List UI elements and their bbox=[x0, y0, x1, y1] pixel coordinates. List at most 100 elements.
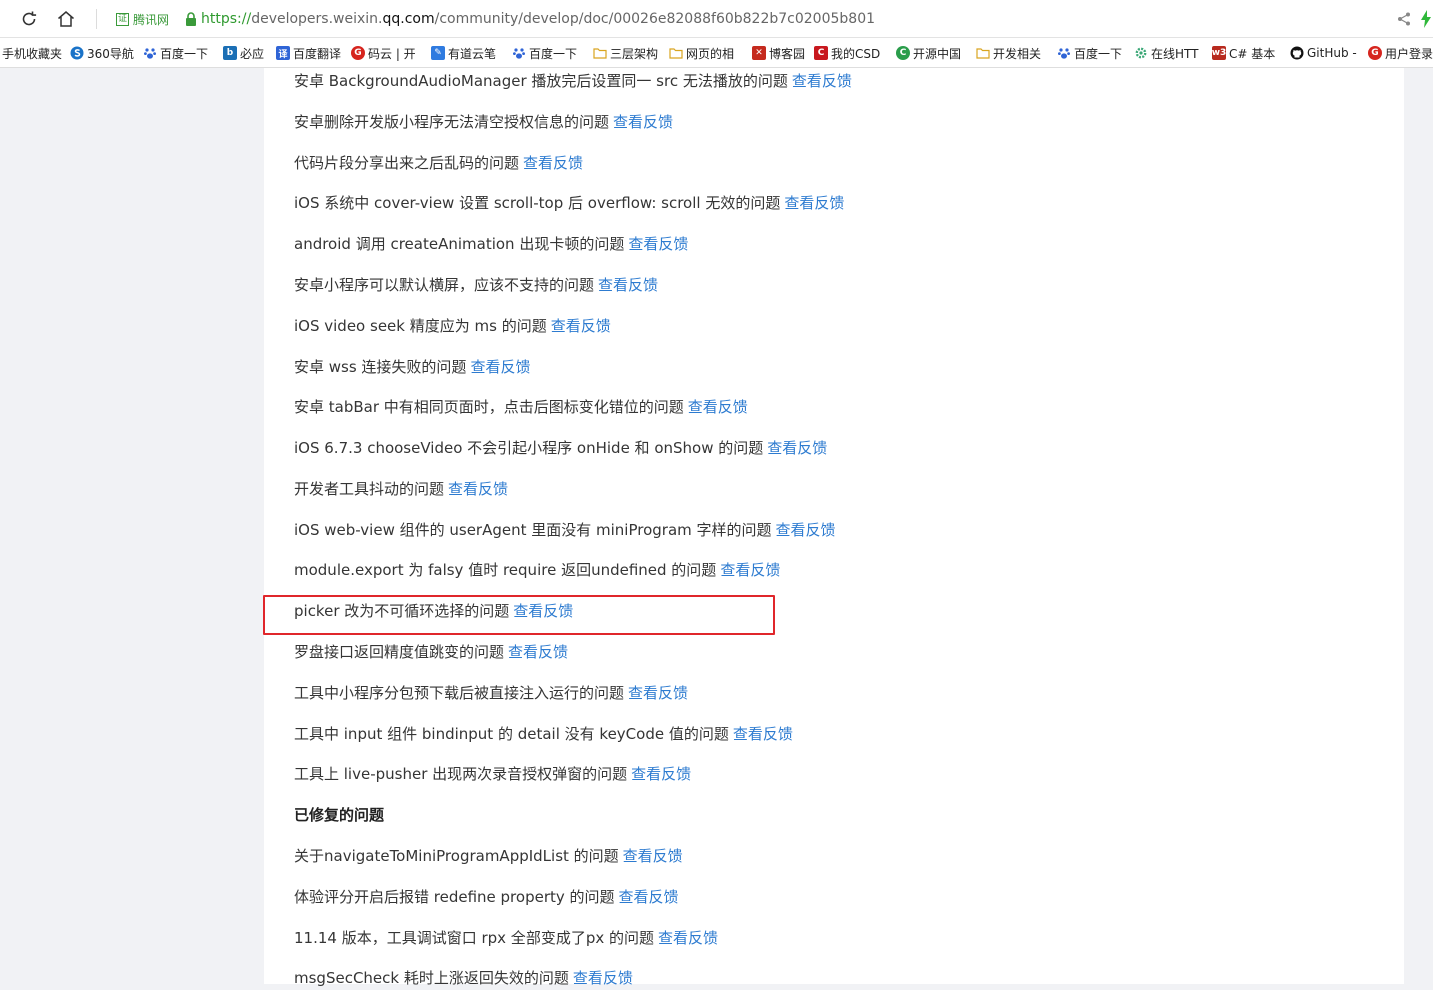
issue-text: 工具上 live-pusher 出现两次录音授权弹窗的问题 bbox=[294, 765, 628, 783]
bookmark-item[interactable]: ✎ 有道云笔 bbox=[431, 45, 496, 61]
issue-text: module.export 为 falsy 值时 require 返回undef… bbox=[294, 561, 717, 579]
issue-text: 体验评分开启后报错 redefine property 的问题 bbox=[294, 888, 615, 906]
view-feedback-link[interactable]: 查看反馈 bbox=[631, 765, 691, 783]
bookmark-label: 网页的相 bbox=[686, 46, 735, 61]
view-feedback-link[interactable]: 查看反馈 bbox=[628, 235, 688, 253]
bookmarks-bar: 手机收藏夹 360导航 百度一下 b 必应译百度翻译 G 码云 | 开 ✎ 有道云笔 百度一下 三层… bbox=[0, 38, 1433, 68]
issue-text: 安卓小程序可以默认横屏，应该不支持的问题 bbox=[294, 276, 595, 294]
issue-item: 关于navigateToMiniProgramAppIdList 的问题 查看反馈 bbox=[294, 844, 683, 868]
issue-item: 罗盘接口返回精度值跳变的问题 查看反馈 bbox=[294, 640, 568, 664]
reload-button[interactable] bbox=[17, 7, 41, 31]
bookmark-label: 用户登录 bbox=[1385, 46, 1433, 61]
bookmark-item[interactable]: 网页的相 bbox=[669, 45, 734, 61]
issue-text: iOS 系统中 cover-view 设置 scroll-top 后 overf… bbox=[294, 194, 781, 212]
bookmark-item[interactable]: 360导航 bbox=[70, 45, 134, 61]
folder-icon bbox=[593, 46, 607, 60]
certificate-name: 腾讯网 bbox=[133, 12, 170, 27]
issue-item: iOS 6.7.3 chooseVideo 不会引起小程序 onHide 和 o… bbox=[294, 436, 827, 460]
issue-text: 11.14 版本，工具调试窗口 rpx 全部变成了px 的问题 bbox=[294, 929, 654, 947]
issue-text: 关于navigateToMiniProgramAppIdList 的问题 bbox=[294, 847, 619, 865]
bookmark-label: 百度翻译 bbox=[293, 46, 342, 61]
bookmark-item[interactable]: 在线HTT bbox=[1134, 45, 1198, 61]
view-feedback-link[interactable]: 查看反馈 bbox=[767, 439, 827, 457]
url-host-prefix: developers.weixin. bbox=[251, 11, 383, 27]
bookmark-item[interactable]: G 码云 | 开 bbox=[351, 45, 416, 61]
issue-item: 安卓小程序可以默认横屏，应该不支持的问题 查看反馈 bbox=[294, 273, 658, 297]
view-feedback-link[interactable]: 查看反馈 bbox=[448, 480, 508, 498]
bookmark-item[interactable]: C 开源中国 bbox=[896, 45, 961, 61]
issue-item: iOS 系统中 cover-view 设置 scroll-top 后 overf… bbox=[294, 191, 844, 215]
view-feedback-link[interactable]: 查看反馈 bbox=[628, 684, 688, 702]
view-feedback-link[interactable]: 查看反馈 bbox=[508, 643, 568, 661]
section-heading: 已修复的问题 bbox=[294, 803, 384, 827]
G-icon: G bbox=[1368, 46, 1382, 60]
bookmark-item[interactable]: b 必应 bbox=[223, 45, 264, 61]
view-feedback-link[interactable]: 查看反馈 bbox=[573, 969, 633, 987]
bookmark-item[interactable]: C 我的CSD bbox=[814, 45, 880, 61]
issue-text: 开发者工具抖动的问题 bbox=[294, 480, 445, 498]
bookmark-label: 手机收藏夹 bbox=[2, 46, 63, 61]
folder-icon bbox=[976, 46, 990, 60]
bookmark-item[interactable]: 开发相关 bbox=[976, 45, 1041, 61]
folder-icon bbox=[669, 46, 683, 60]
view-feedback-link[interactable]: 查看反馈 bbox=[658, 929, 718, 947]
issue-item: module.export 为 falsy 值时 require 返回undef… bbox=[294, 558, 780, 582]
issue-text: msgSecCheck 耗时上涨返回失效的问题 bbox=[294, 969, 569, 987]
bookmark-label: 百度一下 bbox=[160, 46, 209, 61]
view-feedback-link[interactable]: 查看反馈 bbox=[776, 521, 836, 539]
s-icon bbox=[70, 46, 84, 60]
bookmark-item[interactable]: G 用户登录 bbox=[1368, 45, 1433, 61]
view-feedback-link[interactable]: 查看反馈 bbox=[619, 888, 679, 906]
bookmark-item[interactable]: 百度一下 bbox=[1057, 45, 1122, 61]
bookmark-item[interactable]: 译百度翻译 bbox=[276, 45, 341, 61]
view-feedback-link[interactable]: 查看反馈 bbox=[688, 398, 748, 416]
certificate-icon: 证 bbox=[116, 12, 129, 26]
bookmark-label: 360导航 bbox=[87, 46, 134, 61]
bookmark-item[interactable]: ✕ 博客园 bbox=[752, 45, 805, 61]
issue-text: 安卓 wss 连接失败的问题 bbox=[294, 358, 467, 376]
view-feedback-link[interactable]: 查看反馈 bbox=[598, 276, 658, 294]
bookmark-item[interactable]: 百度一下 bbox=[512, 45, 577, 61]
view-feedback-link[interactable]: 查看反馈 bbox=[551, 317, 611, 335]
bookmark-label: 必应 bbox=[240, 46, 265, 61]
issue-text: 安卓 BackgroundAudioManager 播放完后设置同一 src 无… bbox=[294, 72, 788, 90]
view-feedback-link[interactable]: 查看反馈 bbox=[720, 561, 780, 579]
github-icon bbox=[1290, 46, 1304, 60]
bookmark-label: 博客园 bbox=[769, 46, 806, 61]
toolbar-divider bbox=[96, 9, 97, 29]
view-feedback-link[interactable]: 查看反馈 bbox=[733, 725, 793, 743]
gear-icon bbox=[1134, 46, 1148, 60]
译-icon: 译 bbox=[276, 46, 290, 60]
view-feedback-link[interactable]: 查看反馈 bbox=[470, 358, 530, 376]
bookmark-item[interactable]: GitHub - bbox=[1290, 45, 1357, 61]
bookmark-item[interactable]: w3 C# 基本 bbox=[1212, 45, 1275, 61]
bookmark-item[interactable]: 百度一下 bbox=[143, 45, 208, 61]
bookmark-label: 我的CSD bbox=[831, 46, 881, 61]
bookmark-label: 三层架构 bbox=[610, 46, 659, 61]
highlight-box bbox=[263, 595, 775, 635]
bookmark-item[interactable]: 三层架构 bbox=[593, 45, 658, 61]
issue-text: 代码片段分享出来之后乱码的问题 bbox=[294, 154, 520, 172]
site-certificate[interactable]: 证 腾讯网 bbox=[116, 10, 169, 28]
bookmark-item[interactable]: 手机收藏夹 bbox=[2, 45, 62, 61]
view-feedback-link[interactable]: 查看反馈 bbox=[623, 847, 683, 865]
view-feedback-link[interactable]: 查看反馈 bbox=[792, 72, 852, 90]
issue-item: 工具中 input 组件 bindinput 的 detail 没有 keyCo… bbox=[294, 722, 793, 746]
home-button[interactable] bbox=[54, 7, 78, 31]
C-icon: C bbox=[814, 46, 828, 60]
w3c-icon: w3 bbox=[1211, 46, 1227, 60]
lock-icon bbox=[186, 12, 196, 26]
issue-text: iOS video seek 精度应为 ms 的问题 bbox=[294, 317, 547, 335]
issue-text: iOS 6.7.3 chooseVideo 不会引起小程序 onHide 和 o… bbox=[294, 439, 764, 457]
view-feedback-link[interactable]: 查看反馈 bbox=[613, 113, 673, 131]
share-icon[interactable] bbox=[1396, 11, 1412, 27]
bookmark-label: C# 基本 bbox=[1229, 46, 1276, 61]
url-field[interactable]: https://developers.weixin.qq.com/communi… bbox=[201, 9, 875, 29]
paw-icon bbox=[1057, 46, 1071, 60]
lightning-icon[interactable] bbox=[1420, 9, 1432, 29]
view-feedback-link[interactable]: 查看反馈 bbox=[784, 194, 844, 212]
view-feedback-link[interactable]: 查看反馈 bbox=[523, 154, 583, 172]
home-icon bbox=[58, 11, 74, 27]
G-icon: G bbox=[351, 46, 365, 60]
url-path: /community/develop/doc/00026e82088f60b82… bbox=[434, 11, 876, 27]
